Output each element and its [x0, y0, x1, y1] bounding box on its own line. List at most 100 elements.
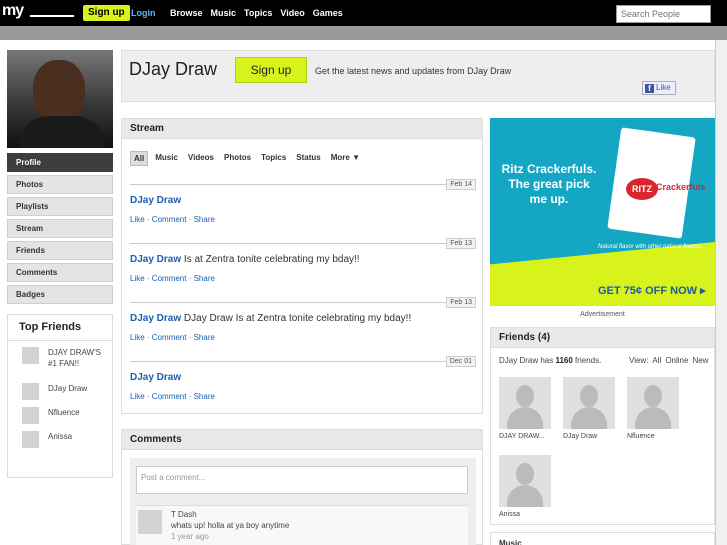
top-friend-name: Anissa	[48, 432, 73, 441]
friend-avatar-icon	[22, 431, 39, 448]
commenter-avatar-icon[interactable]	[138, 510, 162, 534]
profile-page: Profile Photos Playlists Stream Friends …	[0, 40, 715, 545]
share-link[interactable]: Share	[194, 215, 215, 224]
friend-avatar-icon	[499, 377, 551, 429]
comment-link[interactable]: Comment	[152, 215, 187, 224]
friend-name: DJay Draw	[563, 433, 598, 440]
post-text: Is at Zentra tonite celebrating my bday!…	[181, 254, 360, 265]
post-date: Feb 13	[446, 238, 476, 249]
post-author-link[interactable]: DJay Draw	[130, 313, 181, 324]
like-link[interactable]: Like	[130, 392, 145, 401]
menu-friends[interactable]: Friends	[7, 241, 113, 260]
menu-stream[interactable]: Stream	[7, 219, 113, 238]
search-input[interactable]	[616, 5, 711, 23]
profile-avatar	[7, 50, 113, 148]
top-friend-name: DJay Draw	[48, 384, 88, 393]
top-friend-name: DJAY DRAW'S #1 FAN!!	[48, 348, 101, 368]
tab-music[interactable]: Music	[152, 151, 181, 166]
logo-underline	[30, 15, 74, 17]
tab-all[interactable]: All	[130, 151, 149, 166]
music-panel-title: Music	[490, 532, 715, 545]
header-signup-button[interactable]: Sign up	[235, 57, 307, 83]
header-tagline: Get the latest news and updates from DJa…	[315, 66, 512, 76]
share-link[interactable]: Share	[194, 274, 215, 283]
like-link[interactable]: Like	[130, 333, 145, 342]
tab-status[interactable]: Status	[293, 151, 323, 166]
comment-link[interactable]: Comment	[152, 333, 187, 342]
view-online-link[interactable]: Online	[665, 356, 688, 365]
nav-topics[interactable]: Topics	[244, 8, 272, 18]
comment-item: T Dash whats up! holla at ya boy anytime…	[136, 505, 468, 545]
friend-name: DJAY DRAW...	[499, 433, 545, 440]
tab-videos[interactable]: Videos	[185, 151, 217, 166]
like-link[interactable]: Like	[130, 215, 145, 224]
sub-bar	[0, 26, 727, 40]
stream-title: Stream	[122, 119, 482, 139]
nav-browse[interactable]: Browse	[170, 8, 203, 18]
friend-avatar-icon	[499, 455, 551, 507]
stream-tabs: All Music Videos Photos Topics Status Mo…	[130, 151, 363, 166]
main-nav: Browse Music Topics Video Games	[170, 8, 343, 18]
comment-link[interactable]: Comment	[152, 274, 187, 283]
site-logo[interactable]: my	[2, 2, 24, 20]
friend-avatar-icon	[563, 377, 615, 429]
menu-photos[interactable]: Photos	[7, 175, 113, 194]
comments-title: Comments	[122, 430, 482, 450]
ad-label: Advertisement	[580, 311, 625, 318]
menu-playlists[interactable]: Playlists	[7, 197, 113, 216]
ritz-advertisement[interactable]: Ritz Crackerfuls. The great pick me up. …	[490, 118, 715, 306]
tab-photos[interactable]: Photos	[221, 151, 254, 166]
post-date: Dec 01	[445, 356, 476, 367]
like-label: Like	[656, 83, 671, 92]
profile-menu: Profile Photos Playlists Stream Friends …	[7, 153, 113, 307]
share-link[interactable]: Share	[194, 392, 215, 401]
top-friend-name: Nfluence	[48, 408, 80, 417]
friend-avatar-icon	[22, 347, 39, 364]
ad-product: Crackerfuls	[656, 182, 706, 192]
menu-badges[interactable]: Badges	[7, 285, 113, 304]
post-date: Feb 14	[446, 179, 476, 190]
nav-games[interactable]: Games	[313, 8, 343, 18]
friend-thumb[interactable]: Nfluence	[627, 377, 679, 440]
ad-note: Natural flavor with other natural flavor…	[598, 244, 703, 250]
tab-more[interactable]: More ▼	[328, 151, 363, 166]
friend-thumb[interactable]: Anissa	[499, 455, 551, 518]
friend-thumb[interactable]: DJAY DRAW...	[499, 377, 551, 440]
top-friends-title: Top Friends	[8, 315, 112, 341]
commenter-name[interactable]: T Dash	[171, 510, 197, 519]
top-friends-panel: Top Friends DJAY DRAW'S #1 FAN!! DJay Dr…	[7, 314, 113, 478]
friend-avatar-icon	[22, 383, 39, 400]
comment-text: whats up! holla at ya boy anytime	[171, 521, 290, 530]
like-link[interactable]: Like	[130, 274, 145, 283]
top-login-link[interactable]: Login	[131, 8, 156, 18]
view-all-link[interactable]: All	[652, 356, 661, 365]
friend-name: Nfluence	[627, 433, 655, 440]
friend-thumb[interactable]: DJay Draw	[563, 377, 615, 440]
menu-comments[interactable]: Comments	[7, 263, 113, 282]
comment-link[interactable]: Comment	[152, 392, 187, 401]
top-bar: my Sign up Login Browse Music Topics Vid…	[0, 0, 727, 26]
nav-video[interactable]: Video	[280, 8, 304, 18]
view-new-link[interactable]: New	[692, 356, 708, 365]
ad-offer[interactable]: GET 75¢ OFF NOW ▸	[598, 284, 706, 297]
ritz-logo: RITZ	[626, 178, 658, 200]
friend-name: Anissa	[499, 511, 521, 518]
tab-topics[interactable]: Topics	[258, 151, 289, 166]
facebook-icon: f	[645, 84, 654, 93]
friends-title: Friends (4)	[491, 328, 714, 348]
post-author-link[interactable]: DJay Draw	[130, 195, 181, 206]
menu-profile[interactable]: Profile	[7, 153, 113, 172]
profile-name: DJay Draw	[129, 59, 218, 79]
scrollbar[interactable]	[715, 40, 727, 545]
comment-input[interactable]: Post a comment...	[136, 466, 468, 494]
comments-panel: Comments Post a comment... T Dash whats …	[121, 429, 483, 545]
friends-panel: Friends (4) DJay Draw has 1160 friends. …	[490, 327, 715, 525]
share-link[interactable]: Share	[194, 333, 215, 342]
top-signup-button[interactable]: Sign up	[83, 5, 130, 21]
nav-music[interactable]: Music	[211, 8, 237, 18]
post-author-link[interactable]: DJay Draw	[130, 254, 181, 265]
post-author-link[interactable]: DJay Draw	[130, 372, 181, 383]
facebook-like-button[interactable]: f Like	[642, 81, 676, 95]
profile-header: DJay Draw Sign up Get the latest news an…	[121, 50, 715, 102]
post-date: Feb 13	[446, 297, 476, 308]
